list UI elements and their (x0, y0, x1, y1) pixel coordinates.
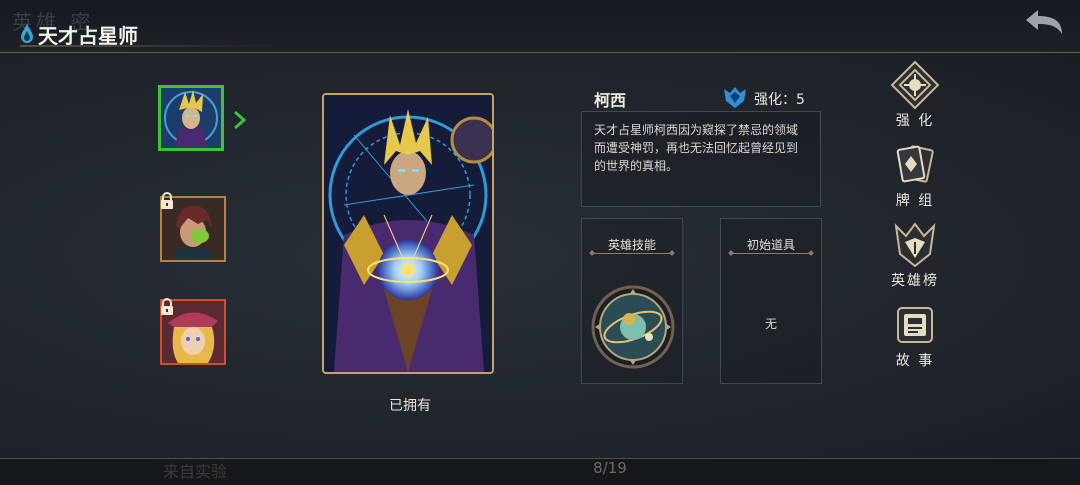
deck-cards-icon (896, 145, 934, 183)
story-button[interactable]: 故 事 (880, 300, 950, 370)
enhance-label: 强 化 (895, 113, 935, 129)
back-button[interactable] (1022, 6, 1066, 40)
enhance-text: 强化：5 (754, 92, 805, 108)
ranking-label: 英雄榜 (891, 273, 939, 289)
item-value: 无 (764, 317, 777, 331)
hero-card-art[interactable] (322, 93, 494, 374)
back-arrow-icon (1026, 10, 1062, 34)
skill-divider (592, 253, 672, 254)
enhance-button[interactable]: 强 化 (880, 60, 950, 130)
deck-button[interactable]: 牌 组 (880, 140, 950, 210)
hero-skill-box: 英雄技能 (581, 218, 683, 384)
title-underline (20, 45, 275, 47)
enhance-level: 强化：5 (722, 85, 805, 113)
lock-icon (159, 298, 175, 316)
ranking-button[interactable]: 英雄榜 (880, 220, 950, 290)
deck-label: 牌 组 (895, 193, 935, 209)
item-divider (731, 253, 811, 254)
lock-icon (159, 192, 175, 210)
hero-portrait-kexi (161, 88, 221, 148)
page-counter: 8/19 (593, 459, 627, 477)
hero-name: 柯西 (594, 91, 627, 110)
enhance-icon (890, 60, 940, 110)
selected-arrow-icon (234, 110, 247, 134)
planet-orbit-skill-icon[interactable] (591, 285, 675, 369)
hero-ranking-icon (894, 222, 936, 268)
hero-description: 天才占星师柯西因为窥探了禁忌的领域而遭受神罚，再也无法回忆起曾经见到的世界的真相… (581, 111, 821, 207)
hero-card-illustration (324, 95, 492, 372)
item-title: 初始道具 (746, 238, 795, 252)
starting-item-box: 初始道具 无 (720, 218, 822, 384)
story-book-icon (897, 307, 933, 343)
owned-status: 已拥有 (389, 398, 431, 414)
hero-thumb-kexi[interactable] (158, 85, 224, 151)
ghost-bottom-button: 来自实验 (162, 462, 227, 481)
blue-crest-icon (722, 85, 748, 113)
water-drop-icon (20, 23, 34, 47)
skill-title: 英雄技能 (607, 238, 656, 252)
story-label: 故 事 (895, 353, 935, 369)
